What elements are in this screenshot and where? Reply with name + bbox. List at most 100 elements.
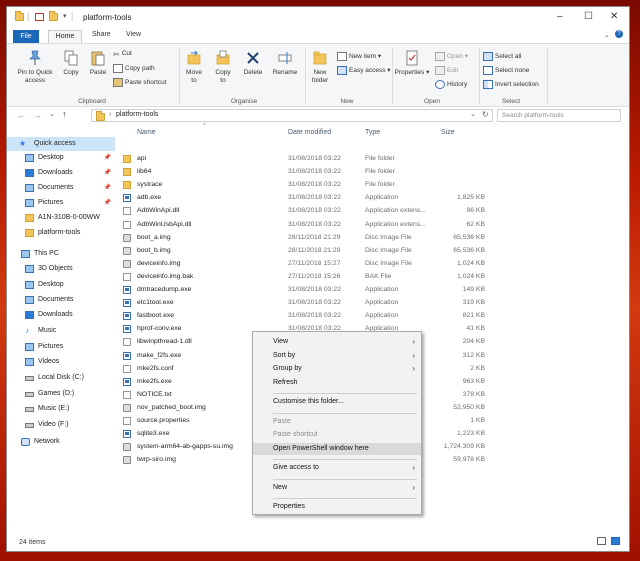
nav-quick-item[interactable]: Downloads 📌 (7, 166, 115, 180)
move-to-button[interactable]: Move to (181, 50, 207, 85)
nav-pc-item[interactable]: Games (D:) (7, 387, 115, 401)
properties-icon[interactable] (35, 13, 44, 21)
nav-pc-item[interactable]: 3D Objects (7, 262, 115, 276)
table-row[interactable]: AdbWinUsbApi.dll 31/08/2018 03:22 Applicat… (119, 218, 499, 231)
refresh-icon[interactable]: ↻ (482, 110, 489, 119)
nav-quick-item[interactable]: Desktop 📌 (7, 151, 115, 165)
nav-network[interactable]: Network (7, 435, 115, 449)
nav-label: Video (F:) (38, 421, 69, 428)
nav-quick-item[interactable]: A1N-310B-0-00WW (7, 211, 115, 225)
table-row[interactable]: etc1tool.exe 31/08/2018 03:22 Application 3… (119, 296, 499, 309)
table-row[interactable]: fastboot.exe 31/08/2018 03:22 Application 8… (119, 309, 499, 322)
nav-pc-item[interactable]: Downloads (7, 308, 115, 322)
cell-date: 31/08/2018 03:22 (288, 312, 341, 320)
nav-pc-item[interactable]: Documents (7, 293, 115, 307)
nav-pc-item[interactable]: Local Disk (C:) (7, 371, 115, 385)
menu-item[interactable]: Paste (253, 416, 421, 428)
address-dropdown-icon[interactable]: ⌄ (470, 110, 476, 118)
nav-pc-item[interactable]: Video (F:) (7, 418, 115, 432)
menu-item[interactable]: Properties (253, 501, 421, 513)
table-row[interactable]: deviceinfo.img.bak 27/11/2018 15:26 BAK Fi… (119, 270, 499, 283)
tab-view[interactable]: View (126, 31, 141, 38)
forward-arrow-icon[interactable]: → (33, 110, 42, 120)
column-header-date[interactable]: Date modified (288, 129, 331, 136)
application-icon (123, 325, 131, 334)
large-icons-view-icon[interactable] (611, 537, 620, 545)
tab-share[interactable]: Share (92, 31, 111, 38)
copy-path-icon (113, 64, 123, 73)
chevron-down-icon[interactable]: ⌄ (604, 31, 610, 39)
cell-date: 28/11/2018 21:29 (288, 233, 341, 241)
menu-item[interactable]: View › (253, 336, 421, 348)
back-arrow-icon[interactable]: ← (17, 110, 26, 120)
nav-label: Downloads (38, 169, 73, 176)
nav-quick-access[interactable]: ★ Quick access (7, 137, 115, 151)
copy-button[interactable]: Copy (59, 50, 83, 77)
table-row[interactable]: deviceinfo.img 27/11/2018 15:27 Disc Image… (119, 257, 499, 270)
copy-path-button[interactable]: Copy path (113, 64, 155, 73)
new-folder-button[interactable]: New folder (307, 50, 333, 85)
copy-to-button[interactable]: Copy to (210, 50, 236, 85)
details-view-icon[interactable] (597, 537, 606, 545)
column-header-type[interactable]: Type (365, 129, 380, 136)
paste-shortcut-label: Paste shortcut (125, 79, 167, 87)
minimize-icon[interactable]: – (557, 11, 563, 22)
close-icon[interactable]: ✕ (610, 11, 618, 22)
nav-pc-item[interactable]: ♪ Music (7, 324, 115, 338)
breadcrumb[interactable]: platform-tools (116, 111, 158, 118)
table-row[interactable]: boot_b.img 28/11/2018 21:29 Disc Image Fil… (119, 244, 499, 257)
menu-item[interactable]: Customise this folder... (253, 396, 421, 408)
paste-button[interactable]: Paste (86, 50, 110, 77)
delete-button[interactable]: Delete (239, 50, 267, 77)
invert-selection-button[interactable]: Invert selection (483, 80, 539, 89)
pin-quick-access-button[interactable]: Pin to Quick access (13, 50, 57, 85)
select-none-button[interactable]: Select none (483, 66, 529, 75)
table-row[interactable]: AdbWinApi.dll 31/08/2018 03:22 Application… (119, 204, 499, 217)
up-arrow-icon[interactable]: ↑ (62, 109, 67, 119)
easy-access-button[interactable]: Easy access ▾ (337, 66, 391, 75)
nav-pc-item[interactable]: Music (E:) (7, 402, 115, 416)
nav-quick-item[interactable]: platform-tools (7, 226, 115, 240)
select-all-button[interactable]: Select all (483, 52, 521, 61)
open-button[interactable]: Open ▾ (435, 52, 468, 61)
table-row[interactable]: lib64 31/08/2018 03:22 File folder (119, 165, 499, 178)
properties-button[interactable]: Properties ▾ (394, 50, 430, 77)
tab-home[interactable]: Home (48, 30, 82, 43)
nav-pc-item[interactable]: Pictures (7, 340, 115, 354)
menu-item[interactable]: Give access to › (253, 462, 421, 474)
cut-button[interactable]: ✂ Cut (113, 50, 132, 59)
address-bar[interactable]: › platform-tools ⌄ ↻ (91, 109, 493, 122)
nav-this-pc[interactable]: This PC (7, 247, 115, 261)
history-button[interactable]: History (435, 80, 467, 89)
menu-item[interactable]: Open PowerShell window here (253, 442, 421, 455)
search-input[interactable]: Search platform-tools (497, 109, 621, 122)
table-row[interactable]: dmtracedump.exe 31/08/2018 03:22 Applicati… (119, 283, 499, 296)
menu-item[interactable]: New › (253, 482, 421, 494)
column-header-name[interactable]: Name (137, 129, 156, 136)
explorer-window: | ▾ | platform-tools – ☐ ✕ File Home Sha… (6, 6, 630, 552)
tab-file[interactable]: File (13, 30, 39, 43)
menu-item[interactable]: Paste shortcut (253, 429, 421, 441)
table-row[interactable]: api 31/08/2018 03:22 File folder (119, 152, 499, 165)
nav-pc-item[interactable]: Videos (7, 355, 115, 369)
paste-shortcut-button[interactable]: Paste shortcut (113, 78, 167, 87)
menu-item[interactable]: Refresh (253, 377, 421, 389)
edit-button[interactable]: Edit (435, 66, 458, 75)
table-row[interactable]: adb.exe 31/08/2018 03:22 Application 1,825 … (119, 191, 499, 204)
menu-item[interactable]: Sort by › (253, 350, 421, 362)
nav-pc-item[interactable]: Desktop (7, 278, 115, 292)
new-folder-icon[interactable] (49, 11, 58, 21)
menu-item[interactable]: Group by › (253, 363, 421, 375)
maximize-icon[interactable]: ☐ (584, 11, 593, 22)
recent-locations-icon[interactable]: ⌄ (49, 110, 55, 118)
nav-quick-item[interactable]: Pictures 📌 (7, 196, 115, 210)
column-header-size[interactable]: Size (441, 129, 455, 136)
table-row[interactable]: systrace 31/08/2018 03:22 File folder (119, 178, 499, 191)
table-row[interactable]: boot_a.img 28/11/2018 21:29 Disc Image Fil… (119, 231, 499, 244)
customize-toolbar-icon[interactable]: ▾ (63, 12, 67, 20)
file-icon (123, 417, 131, 425)
rename-button[interactable]: Rename (269, 50, 301, 77)
nav-quick-item[interactable]: Documents 📌 (7, 181, 115, 195)
new-item-button[interactable]: New item ▾ (337, 52, 381, 61)
help-icon[interactable]: ? (615, 30, 623, 38)
